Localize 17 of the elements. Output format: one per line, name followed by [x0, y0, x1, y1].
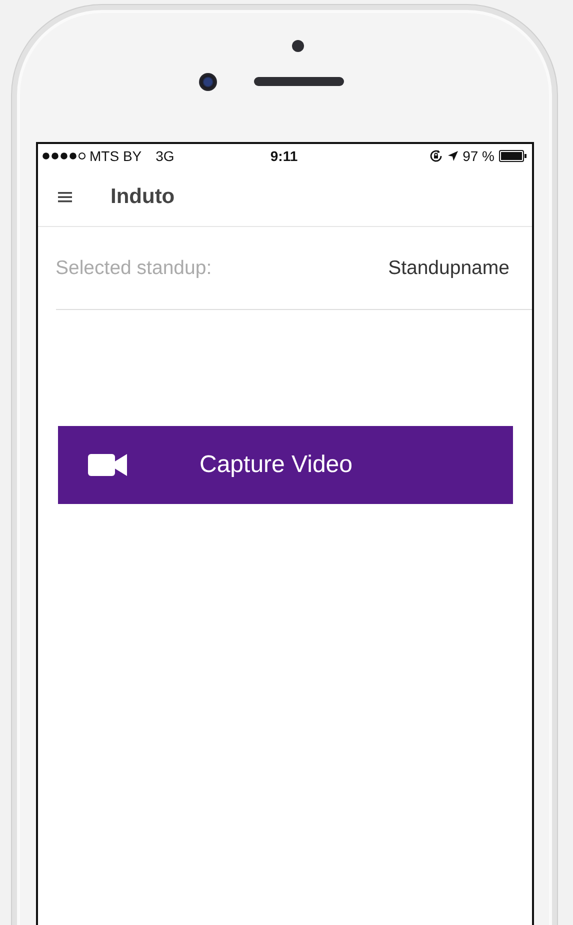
- selected-standup-label: Selected standup:: [56, 256, 212, 280]
- menu-icon[interactable]: [58, 191, 72, 203]
- app-title: Induto: [110, 185, 175, 209]
- rotation-lock-icon: [428, 149, 443, 163]
- capture-video-button[interactable]: Capture Video: [58, 426, 512, 504]
- video-camera-icon: [88, 454, 128, 476]
- battery-icon: [498, 150, 526, 162]
- speaker-icon: [254, 77, 344, 86]
- signal-icon: [42, 152, 86, 160]
- battery-percent: 97 %: [462, 148, 494, 164]
- sensor-icon: [292, 40, 304, 52]
- status-time: 9:11: [270, 148, 298, 164]
- selected-standup-value[interactable]: Standupname: [388, 256, 510, 280]
- carrier-text: MTS BY: [90, 148, 142, 164]
- network-text: 3G: [156, 148, 174, 164]
- location-arrow-icon: [446, 150, 459, 162]
- camera-icon: [199, 73, 217, 91]
